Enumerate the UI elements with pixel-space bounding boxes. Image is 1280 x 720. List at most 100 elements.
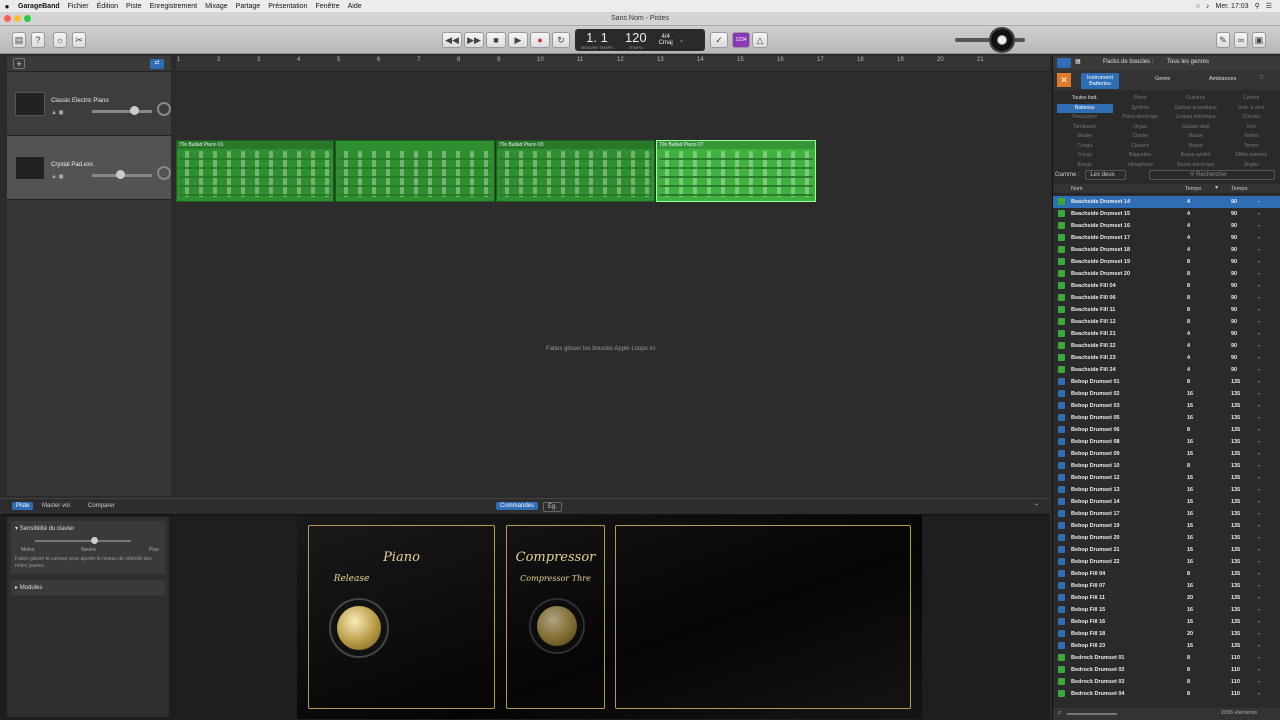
track-row[interactable]: Classic Electric Piano ▲ ◼ <box>7 72 171 136</box>
loop-packs-select[interactable]: Tous les genres <box>1167 59 1209 65</box>
keyword-button[interactable]: Textes <box>1224 132 1280 142</box>
menu-mixage[interactable]: Mixage <box>201 3 232 10</box>
region[interactable]: 70s Ballad Piano 03 <box>496 140 655 202</box>
help-button[interactable]: ? <box>31 32 45 48</box>
keyword-button[interactable]: Toutes batt. <box>1057 94 1113 104</box>
tab-genre[interactable]: Genre <box>1155 76 1170 82</box>
loop-row[interactable]: Bebop Drumset 06 8 135 - <box>1053 424 1280 436</box>
compressor-knob[interactable] <box>537 606 577 646</box>
tab-master[interactable]: Master vol. <box>38 502 75 510</box>
clock[interactable]: Mer. 17:03 <box>1216 3 1249 10</box>
tab-piste[interactable]: Piste <box>12 502 34 510</box>
track-name[interactable]: Classic Electric Piano <box>51 98 109 104</box>
keyword-button[interactable]: Guitare électrique <box>1168 113 1224 123</box>
menu-app[interactable]: GarageBand <box>14 3 64 10</box>
loop-row[interactable]: Bebop Drumset 03 16 135 - <box>1053 400 1280 412</box>
keyword-button[interactable]: Baguettes <box>1113 151 1169 161</box>
menu-partage[interactable]: Partage <box>232 3 265 10</box>
loop-row[interactable]: Bebop Fill 04 8 135 - <box>1053 568 1280 580</box>
editors-button[interactable]: ✂ <box>72 32 86 48</box>
menu-edition[interactable]: Édition <box>93 3 122 10</box>
tab-ambiances[interactable]: Ambiances <box>1209 76 1236 82</box>
keyword-button[interactable]: Batteries <box>1057 103 1113 113</box>
loop-row[interactable]: Beachside Drumset 14 4 90 - <box>1053 196 1280 208</box>
loop-row[interactable]: Beachside Drumset 20 8 90 - <box>1053 268 1280 280</box>
keyword-button[interactable]: Voix <box>1224 123 1280 133</box>
col-tempo[interactable]: Tempo <box>1231 186 1248 192</box>
loop-row[interactable]: Bebop Drumset 09 16 135 - <box>1053 448 1280 460</box>
keyword-button[interactable]: Percussion <box>1057 113 1113 123</box>
loop-row[interactable]: Bebop Drumset 05 16 135 - <box>1053 412 1280 424</box>
loop-row[interactable]: Bebop Fill 18 20 135 - <box>1053 628 1280 640</box>
count-in-button[interactable]: 1234 <box>732 32 750 48</box>
preview-volume-slider[interactable] <box>1067 713 1117 715</box>
region[interactable] <box>335 140 495 202</box>
keyword-button[interactable]: Basse <box>1168 142 1224 152</box>
reset-icon[interactable]: ✕ <box>1057 73 1071 87</box>
tab-comparer[interactable]: Comparer <box>84 502 119 510</box>
keyword-button[interactable]: Vibraphone <box>1113 161 1169 171</box>
master-volume-knob[interactable] <box>997 35 1007 45</box>
loop-row[interactable]: Beachside Fill 21 4 90 - <box>1053 328 1280 340</box>
keyword-button[interactable]: Guitare slide <box>1168 123 1224 133</box>
tracks-area[interactable]: 1 2 3 4 5 6 7 8 9 10 11 12 13 14 15 16 17 18 19 20 21 70s Ba… <box>176 56 1050 496</box>
loop-row[interactable]: Bebop Fill 15 16 135 - <box>1053 604 1280 616</box>
keyword-button[interactable]: Synthés <box>1113 104 1169 114</box>
sensitivity-knob[interactable] <box>91 537 98 544</box>
apple-icon[interactable]: ● <box>0 2 14 11</box>
loop-row[interactable]: Bedrock Drumset 03 8 110 - <box>1053 676 1280 688</box>
play-button[interactable]: ▶ <box>508 32 528 48</box>
region[interactable]: 70s Ballad Piano 07 <box>656 140 816 202</box>
loop-row[interactable]: Beachside Fill 06 8 90 - <box>1053 292 1280 304</box>
loop-row[interactable]: Beachside Fill 04 8 90 - <box>1053 280 1280 292</box>
track-volume-knob[interactable] <box>130 106 139 115</box>
record-button[interactable]: ● <box>530 32 550 48</box>
preview-volume-icon[interactable]: ♬ <box>1057 710 1063 716</box>
loop-search-input[interactable]: ⚲ Rechercher <box>1149 170 1275 180</box>
wifi-icon[interactable]: ○ <box>1196 3 1200 10</box>
keyword-button[interactable]: Basse électrique <box>1168 161 1224 171</box>
loop-row[interactable]: Bedrock Drumset 04 8 110 - <box>1053 688 1280 700</box>
keyword-button[interactable]: Piano électrique <box>1113 113 1169 123</box>
loop-row[interactable]: Beachside Drumset 17 4 90 - <box>1053 232 1280 244</box>
loop-row[interactable]: Bebop Drumset 21 16 135 - <box>1053 544 1280 556</box>
track-pan-knob[interactable] <box>157 102 171 116</box>
loop-row[interactable]: Bebop Drumset 10 8 135 - <box>1053 460 1280 472</box>
track-mute-solo[interactable]: ▲ ◼ <box>51 109 64 116</box>
menu-fichier[interactable]: Fichier <box>64 3 93 10</box>
catch-icon[interactable]: ⇄ <box>150 59 164 69</box>
rewind-button[interactable]: ◀◀ <box>442 32 462 48</box>
lcd-display[interactable]: 1. 1 MESURE TEMPS 120 TEMPO 4/4 Cmaj ⌄ <box>575 29 705 51</box>
ruler[interactable]: 1 2 3 4 5 6 7 8 9 10 11 12 13 14 15 16 17 18 19 20 21 <box>176 56 1050 72</box>
menu-aide[interactable]: Aide <box>344 3 366 10</box>
loop-row[interactable]: Bebop Fill 07 16 135 - <box>1053 580 1280 592</box>
minimize-window-button[interactable] <box>14 15 21 22</box>
loop-row[interactable]: Beachside Drumset 19 8 90 - <box>1053 256 1280 268</box>
loop-row[interactable]: Beachside Drumset 15 4 90 - <box>1053 208 1280 220</box>
keyword-button[interactable]: Shaker <box>1057 132 1113 142</box>
modules-section[interactable]: ▸ Modules <box>11 580 165 595</box>
loop-row[interactable]: Beachside Fill 23 4 90 - <box>1053 352 1280 364</box>
keyword-button[interactable]: Effets sonores <box>1224 151 1280 161</box>
track-mute-solo[interactable]: ▲ ◼ <box>51 173 64 180</box>
loop-row[interactable]: Beachside Fill 22 4 90 - <box>1053 340 1280 352</box>
keyword-button[interactable]: Basse <box>1168 132 1224 142</box>
menu-presentation[interactable]: Présentation <box>264 3 311 10</box>
loop-row[interactable]: Bebop Drumset 22 16 135 - <box>1053 556 1280 568</box>
zoom-window-button[interactable] <box>24 15 31 22</box>
menu-enregistrement[interactable]: Enregistrement <box>146 3 201 10</box>
keyword-button[interactable]: Congs <box>1057 151 1113 161</box>
loop-row[interactable]: Bebop Fill 23 16 135 - <box>1053 640 1280 652</box>
chevron-down-icon[interactable]: ⌄ <box>679 36 685 44</box>
loop-row[interactable]: Bebop Drumset 08 16 135 - <box>1053 436 1280 448</box>
loop-row[interactable]: Bebop Drumset 01 8 135 - <box>1053 376 1280 388</box>
search-icon[interactable]: ⚲ <box>1255 2 1260 10</box>
volume-icon[interactable]: ♪ <box>1206 3 1210 10</box>
loop-row[interactable]: Bebop Drumset 19 16 135 - <box>1053 520 1280 532</box>
loop-row[interactable]: Beachside Drumset 18 4 90 - <box>1053 244 1280 256</box>
collapse-icon[interactable]: ⌃ <box>1030 502 1043 511</box>
track-volume-slider[interactable] <box>92 170 152 179</box>
loop-row[interactable]: Bebop Fill 16 16 135 - <box>1053 616 1280 628</box>
keyword-button[interactable]: Basse synthé <box>1168 151 1224 161</box>
notepad-button[interactable]: ✎ <box>1216 32 1230 48</box>
